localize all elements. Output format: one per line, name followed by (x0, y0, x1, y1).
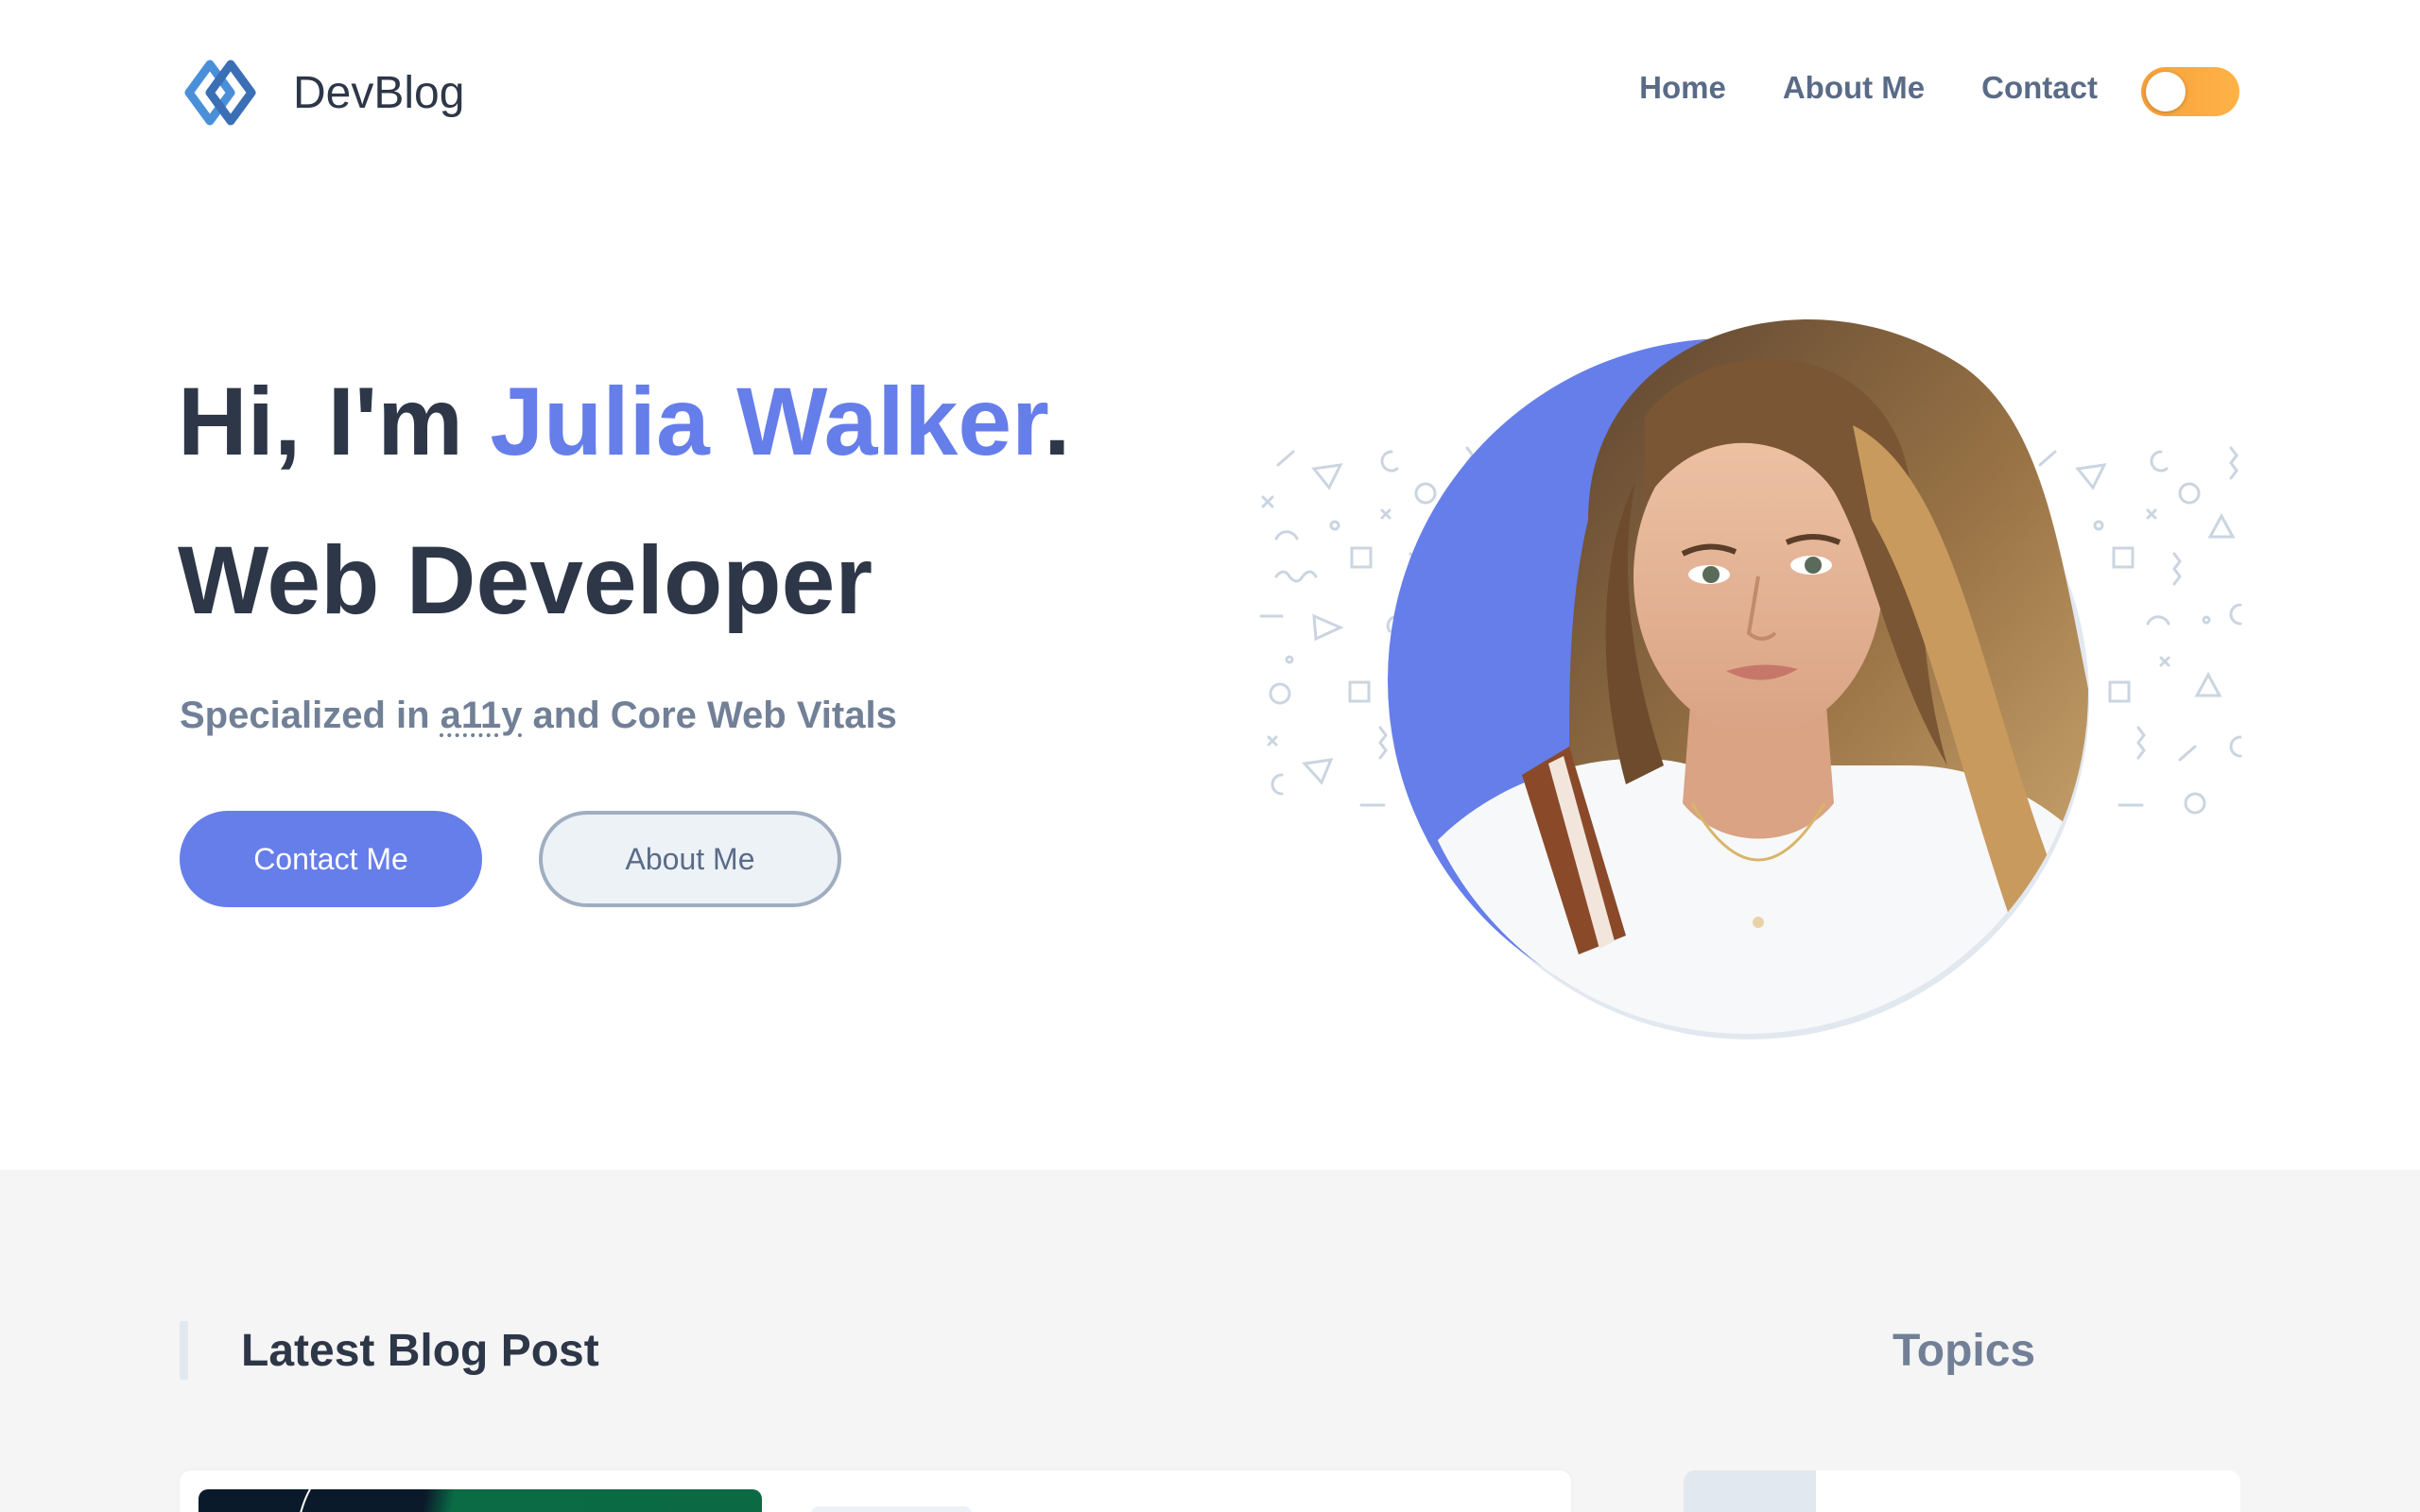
main-nav: Home About Me Contact (1639, 70, 2098, 106)
hero-role: Web Developer (178, 526, 873, 634)
nav-item-about-me[interactable]: About Me (1783, 70, 1925, 106)
topics-heading: Topics (1893, 1326, 2036, 1376)
logo-link[interactable]: DevBlog (178, 55, 464, 130)
about-me-button[interactable]: About Me (539, 811, 841, 907)
brand-name: DevBlog (293, 67, 465, 118)
topics-thumbnail (1684, 1470, 1816, 1512)
blog-post-thumbnail (199, 1489, 762, 1512)
toggle-knob (2146, 72, 2186, 112)
contact-me-button[interactable]: Contact Me (180, 811, 482, 907)
hero-subtitle: Specialized in a11y and Core Web Vitals (180, 695, 897, 736)
topics-card[interactable] (1684, 1470, 2240, 1512)
hero-name: Julia Walker (490, 368, 1045, 475)
thumbnail-graphic (300, 1489, 311, 1512)
latest-blog-post-heading: Latest Blog Post (241, 1326, 599, 1376)
section-accent-bar (180, 1321, 188, 1380)
blog-post-tag (811, 1506, 972, 1512)
site-header: DevBlog Home About Me Contact (0, 0, 2420, 189)
blog-post-card[interactable] (180, 1470, 1571, 1512)
logo-icon (184, 60, 256, 126)
hero-greeting: Hi, I'm Julia Walker. (178, 368, 1071, 475)
hero-illustration (1248, 274, 2250, 1068)
theme-toggle[interactable] (2141, 67, 2239, 116)
nav-item-contact[interactable]: Contact (1981, 70, 2098, 106)
a11y-abbr: a11y (440, 695, 523, 736)
nav-item-home[interactable]: Home (1639, 70, 1726, 106)
profile-portrait (1388, 319, 2089, 1040)
